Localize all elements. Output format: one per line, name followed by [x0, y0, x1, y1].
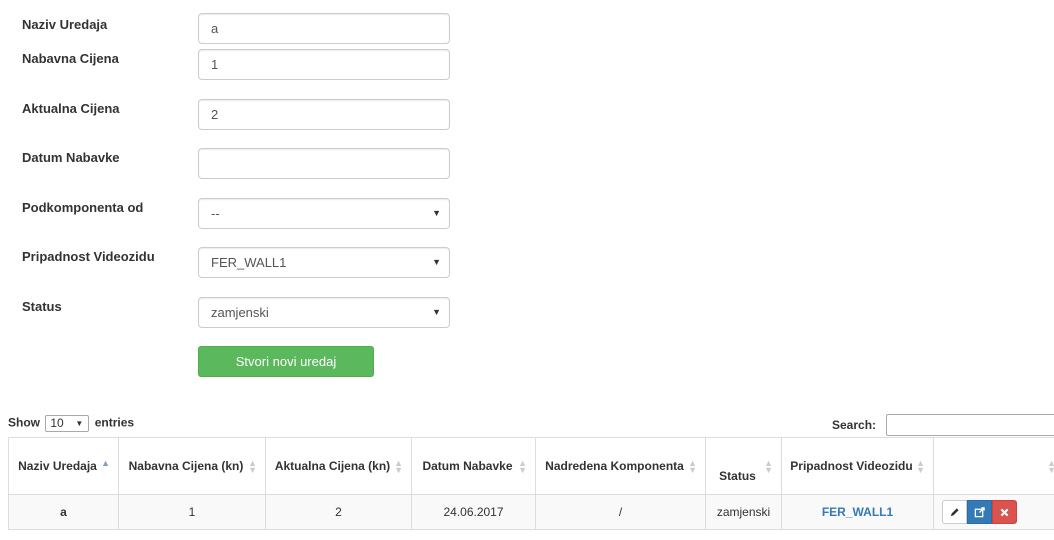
entries-select[interactable]: 10 ▼ — [45, 415, 90, 432]
col-header-naziv[interactable]: Naziv Uredaja ▲ — [8, 437, 119, 495]
close-icon — [1000, 508, 1009, 516]
nabavna-cijena-label: Nabavna Cijena — [22, 51, 119, 66]
col-header-nadredena[interactable]: Nadredena Komponenta ▲ ▼ — [535, 437, 706, 495]
sort-both-icon: ▲ ▼ — [916, 458, 925, 475]
col-header-datum[interactable]: Datum Nabavke ▲ ▼ — [411, 437, 536, 495]
sort-asc-icon: ▲ — [101, 458, 110, 468]
col-header-pripadnost[interactable]: Pripadnost Videozidu ▲ ▼ — [781, 437, 934, 495]
entries-value: 10 — [50, 416, 64, 430]
search-label: Search: — [832, 418, 877, 432]
pripadnost-value: FER_WALL1 — [211, 255, 287, 270]
sort-both-icon: ▲ ▼ — [394, 458, 403, 475]
sort-both-icon: ▲ ▼ — [688, 458, 697, 475]
sort-both-icon: ▲ ▼ — [518, 458, 527, 475]
cell-status: zamjenski — [705, 494, 782, 530]
sort-both-icon: ▲ ▼ — [1047, 458, 1054, 475]
sort-both-icon: ▲ ▼ — [248, 458, 257, 475]
col-header-status[interactable]: Status ▲ ▼ — [705, 437, 782, 495]
dropdown-arrow-icon: ▼ — [75, 419, 84, 428]
row-actions — [942, 500, 1017, 524]
dropdown-arrow-icon: ▼ — [432, 208, 441, 218]
col-header-label: Aktualna Cijena (kn) — [274, 459, 391, 473]
show-label: Show — [8, 415, 40, 430]
status-select[interactable]: zamjenski ▼ — [198, 297, 450, 328]
delete-button[interactable] — [992, 500, 1017, 524]
search-input[interactable] — [886, 414, 1054, 436]
cell-pripadnost: FER_WALL1 — [781, 494, 934, 530]
dropdown-arrow-icon: ▼ — [432, 307, 441, 317]
podkomponenta-label: Podkomponenta od — [22, 200, 144, 215]
naziv-uredaja-label: Naziv Uredaja — [22, 17, 108, 32]
edit-button[interactable] — [942, 500, 967, 524]
cell-nabavna: 1 — [118, 494, 266, 530]
aktualna-cijena-input[interactable]: 2 — [198, 99, 450, 130]
col-header-label: Naziv Uredaja — [18, 459, 97, 473]
cell-nadredena: / — [535, 494, 706, 530]
create-device-button[interactable]: Stvori novi uredaj — [198, 346, 374, 377]
sort-both-icon: ▲ ▼ — [764, 458, 773, 475]
cell-datum: 24.06.2017 — [411, 494, 536, 530]
status-value: zamjenski — [211, 305, 269, 320]
entries-label: entries — [94, 415, 135, 430]
datum-nabavke-input[interactable] — [198, 148, 450, 179]
table-row: a 1 2 24.06.2017 / zamjenski FER_WALL1 — [8, 494, 1054, 530]
col-header-label: Nadredena Komponenta — [545, 459, 684, 473]
col-header-label: Status — [719, 469, 756, 483]
cell-naziv: a — [8, 494, 119, 530]
aktualna-cijena-label: Aktualna Cijena — [22, 101, 120, 116]
cell-aktualna: 2 — [265, 494, 412, 530]
col-header-label: Pripadnost Videozidu — [790, 459, 913, 473]
col-header-label: Nabavna Cijena (kn) — [128, 459, 244, 473]
pencil-icon — [950, 507, 959, 516]
col-header-aktualna[interactable]: Aktualna Cijena (kn) ▲ ▼ — [265, 437, 412, 495]
pripadnost-select[interactable]: FER_WALL1 ▼ — [198, 247, 450, 278]
open-external-icon — [974, 506, 985, 517]
podkomponenta-value: -- — [211, 206, 220, 221]
nabavna-cijena-input[interactable]: 1 — [198, 49, 450, 80]
podkomponenta-select[interactable]: -- ▼ — [198, 198, 450, 229]
col-header-label: Datum Nabavke — [422, 459, 513, 473]
table-header-row: Naziv Uredaja ▲ Nabavna Cijena (kn) ▲ ▼ A… — [8, 437, 1054, 495]
entries-length-control: Show 10 ▼ entries — [8, 415, 134, 432]
col-header-actions[interactable]: ▲ ▼ — [933, 437, 1054, 495]
devices-table: Naziv Uredaja ▲ Nabavna Cijena (kn) ▲ ▼ A… — [8, 437, 1054, 530]
dropdown-arrow-icon: ▼ — [432, 257, 441, 267]
col-header-nabavna[interactable]: Nabavna Cijena (kn) ▲ ▼ — [118, 437, 266, 495]
cell-actions — [933, 494, 1054, 530]
open-button[interactable] — [967, 500, 992, 524]
naziv-uredaja-input[interactable]: a — [198, 13, 450, 44]
datum-nabavke-label: Datum Nabavke — [22, 150, 120, 165]
pripadnost-label: Pripadnost Videozidu — [22, 249, 155, 264]
pripadnost-link[interactable]: FER_WALL1 — [822, 505, 893, 519]
status-label: Status — [22, 299, 62, 314]
